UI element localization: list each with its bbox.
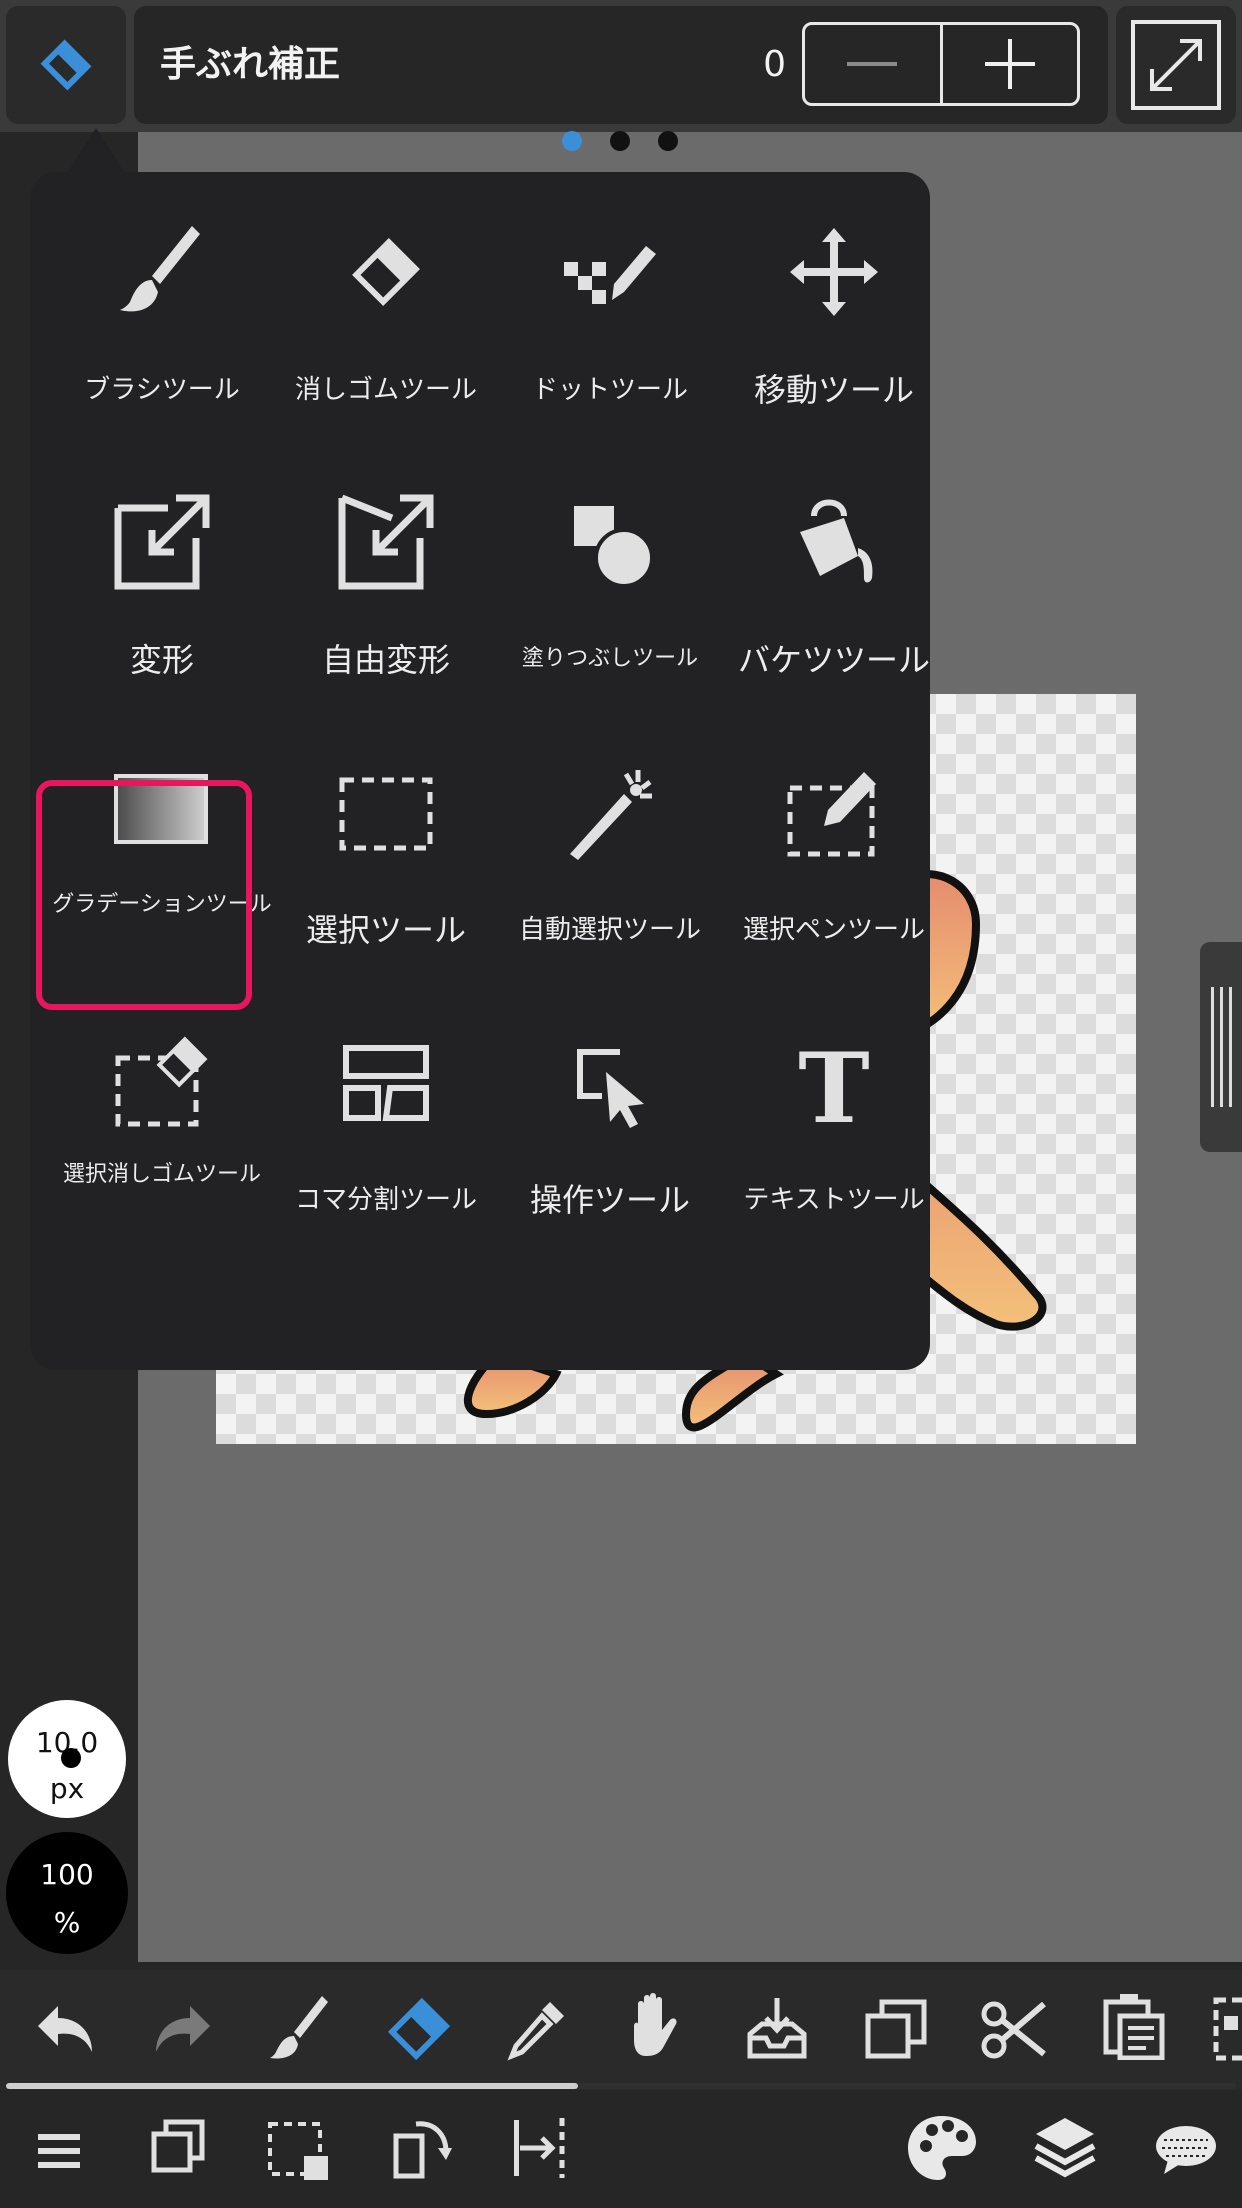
- expand-icon: [1131, 20, 1221, 110]
- tool-brush[interactable]: ブラシツール: [50, 182, 274, 452]
- selection-icon[interactable]: [264, 2116, 334, 2186]
- hand-icon[interactable]: [620, 1990, 690, 2060]
- eraser-icon: [40, 39, 92, 91]
- tool-label: 変形: [129, 641, 194, 679]
- increase-button[interactable]: [939, 25, 1078, 103]
- brush-size-indicator[interactable]: 10.0 px: [8, 1700, 126, 1818]
- text-icon: T: [798, 1032, 869, 1132]
- tool-label: テキストツール: [743, 1185, 925, 1215]
- tool-label: 選択ツール: [305, 911, 466, 949]
- select-rect-icon: [339, 777, 433, 851]
- stabilizer-label: 手ぶれ補正: [160, 44, 341, 85]
- tool-operation[interactable]: 操作ツール: [498, 992, 722, 1262]
- bucket-icon: [800, 499, 873, 583]
- operation-icon: [577, 1049, 644, 1128]
- layer-copy-icon[interactable]: [144, 2112, 214, 2182]
- tool-label: 自由変形: [321, 641, 450, 679]
- page-dot-3[interactable]: [658, 131, 678, 151]
- rotate-icon[interactable]: [386, 2114, 456, 2184]
- redo-icon[interactable]: [148, 1994, 218, 2064]
- tool-select-eraser[interactable]: 選択消しゴムツール: [50, 992, 274, 1262]
- tool-auto-select[interactable]: 自動選択ツール: [498, 722, 722, 992]
- eyedropper-icon[interactable]: [502, 1994, 572, 2064]
- tool-label: 選択消しゴムツール: [62, 1162, 261, 1187]
- tool-panel-divide[interactable]: コマ分割ツール: [274, 992, 498, 1262]
- tool-text[interactable]: T テキストツール: [722, 992, 946, 1262]
- tool-bucket[interactable]: バケツツール: [722, 452, 946, 722]
- tool-label: ドットツール: [531, 375, 688, 405]
- tool-label: 移動ツール: [753, 371, 914, 409]
- decrease-button[interactable]: [805, 25, 940, 103]
- opacity-indicator[interactable]: 100 %: [6, 1832, 128, 1954]
- tool-select-pen[interactable]: 選択ペンツール: [722, 722, 946, 992]
- tool-label: 自動選択ツール: [518, 915, 701, 945]
- scissors-icon[interactable]: [980, 1994, 1050, 2064]
- tool-move[interactable]: 移動ツール: [722, 182, 946, 452]
- fullscreen-button[interactable]: [1116, 6, 1236, 124]
- selected-tool-highlight: [36, 780, 252, 1010]
- brush-size-unit: px: [49, 1772, 85, 1805]
- tool-label: 消しゴムツール: [294, 375, 477, 405]
- duplicate-icon[interactable]: [862, 1994, 932, 2064]
- menu-icon[interactable]: [24, 2116, 94, 2186]
- tool-label: バケツツール: [737, 641, 930, 679]
- transform-icon: [114, 494, 210, 590]
- import-icon[interactable]: [742, 1994, 812, 2064]
- palette-icon[interactable]: [904, 2110, 980, 2186]
- tool-eraser[interactable]: 消しゴムツール: [274, 182, 498, 452]
- page-dot-2[interactable]: [610, 131, 630, 151]
- panel-divide-icon: [343, 1045, 429, 1121]
- toolbar-scroll-thumb[interactable]: [6, 2083, 578, 2089]
- eraser-icon: [352, 238, 420, 306]
- tool-label: 塗りつぶしツール: [521, 646, 699, 671]
- tool-label: ブラシツール: [84, 375, 240, 405]
- stabilizer-value: 0: [763, 44, 786, 85]
- more-icon[interactable]: [1212, 1994, 1242, 2064]
- brush-icon: [120, 226, 200, 312]
- tool-label: コマ分割ツール: [294, 1185, 477, 1215]
- stabilizer-panel: 手ぶれ補正 0: [134, 6, 1108, 124]
- brush-icon[interactable]: [266, 1994, 336, 2064]
- tool-menu: ブラシツール 消しゴムツール ドットツール 移動ツール 変形 自由変形 塗りつぶ…: [30, 172, 930, 1370]
- tool-transform[interactable]: 変形: [50, 452, 274, 722]
- select-pen-icon: [787, 772, 876, 857]
- brush-dot: [61, 1748, 81, 1768]
- layers-icon[interactable]: [1030, 2112, 1100, 2182]
- svg-text:T: T: [798, 1032, 869, 1132]
- minus-icon: [847, 62, 898, 66]
- free-transform-icon: [338, 494, 434, 590]
- comment-icon[interactable]: [1150, 2116, 1220, 2186]
- page-dot-1[interactable]: [562, 131, 582, 151]
- opacity-value: 100: [40, 1858, 94, 1891]
- tool-select[interactable]: 選択ツール: [274, 722, 498, 992]
- side-panel-handle[interactable]: [1200, 942, 1242, 1152]
- tool-label: 操作ツール: [529, 1181, 690, 1219]
- tool-dot[interactable]: ドットツール: [498, 182, 722, 452]
- select-eraser-icon: [115, 1036, 208, 1127]
- dot-pen-icon: [564, 246, 656, 304]
- eraser-icon[interactable]: [384, 1994, 454, 2064]
- move-icon: [790, 228, 878, 316]
- primary-toolbar: [0, 1970, 1242, 2090]
- paste-icon[interactable]: [1098, 1990, 1168, 2060]
- magic-wand-icon: [570, 770, 652, 860]
- tool-fill[interactable]: 塗りつぶしツール: [498, 452, 722, 722]
- plus-icon: [984, 39, 1035, 89]
- menu-pointer: [66, 128, 126, 174]
- secondary-toolbar: [0, 2094, 1242, 2208]
- fill-shapes-icon: [574, 506, 654, 588]
- current-tool-button[interactable]: [6, 6, 126, 124]
- opacity-unit: %: [53, 1906, 81, 1939]
- tool-label: 選択ペンツール: [742, 915, 925, 945]
- undo-icon[interactable]: [30, 1994, 100, 2064]
- tool-free-transform[interactable]: 自由変形: [274, 452, 498, 722]
- stabilizer-stepper: [802, 22, 1080, 106]
- flip-icon[interactable]: [506, 2112, 576, 2182]
